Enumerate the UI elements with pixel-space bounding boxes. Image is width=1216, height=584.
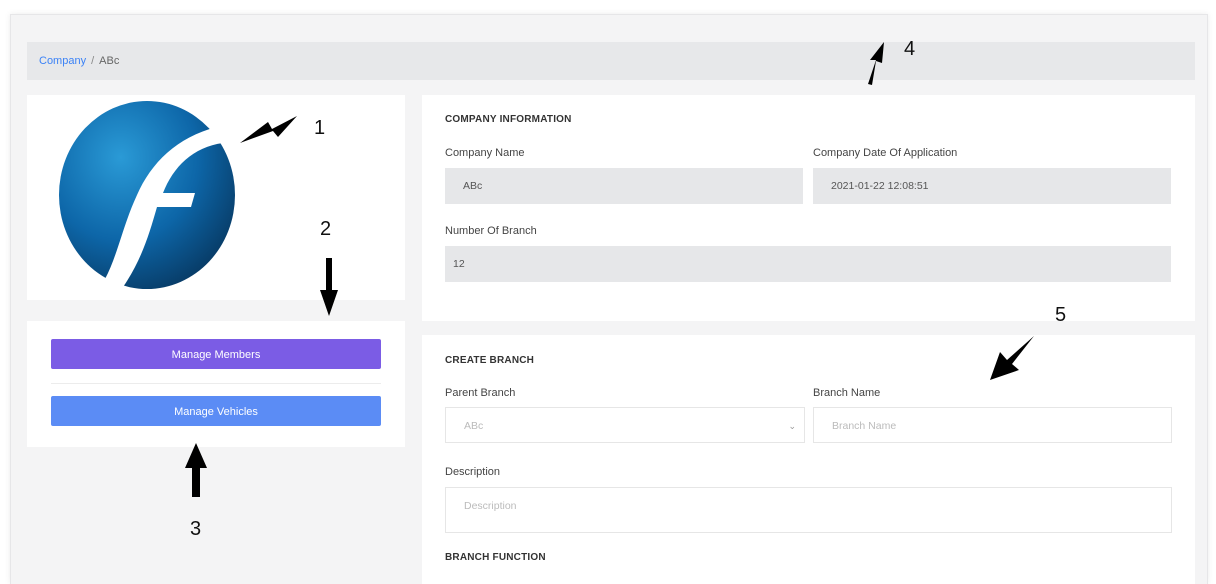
- arrow-5-icon: [990, 336, 1034, 380]
- arrow-2-icon: [320, 258, 338, 316]
- arrow-1-icon: [240, 116, 297, 143]
- annotation-number: 4: [904, 38, 916, 60]
- annotation-number: 1: [314, 117, 326, 139]
- annotation-number: 5: [1055, 304, 1067, 326]
- annotation-number: 3: [190, 518, 202, 540]
- annotation-number: 2: [320, 218, 332, 240]
- arrow-4-icon: [868, 42, 884, 85]
- annotation-arrows: [185, 42, 1034, 497]
- arrow-3-icon: [185, 443, 207, 497]
